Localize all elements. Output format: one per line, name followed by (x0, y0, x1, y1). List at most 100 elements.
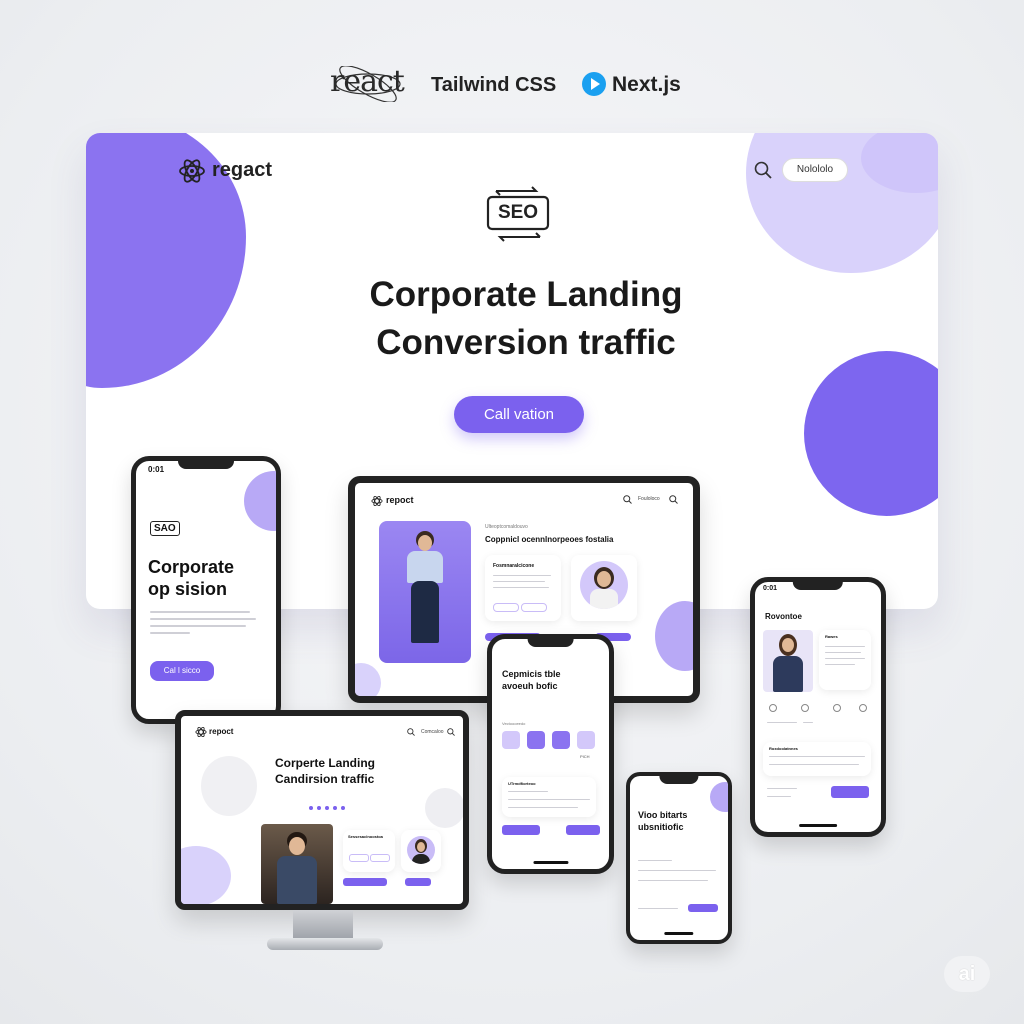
person-shirt (407, 551, 443, 583)
carousel-dot[interactable] (309, 806, 313, 810)
phone-right-mockup: 0:01 Rovontoe Rawes Roxdoolatnnes (750, 577, 886, 837)
phone-notch (659, 776, 699, 784)
carousel-dot[interactable] (325, 806, 329, 810)
monitor-mockup: repoct Comcaloo Corperte Landing Candirs… (175, 710, 469, 910)
person-shirt (590, 589, 618, 609)
decor-blob (181, 846, 231, 904)
mini-button[interactable] (370, 854, 390, 862)
text-line (638, 880, 708, 881)
list-card: UTrmdfiorteoo (502, 777, 596, 817)
phone-right-title: Rovontoe (765, 612, 802, 621)
phone-small-button[interactable] (688, 904, 718, 912)
text-line (767, 796, 791, 797)
avatar (580, 561, 628, 609)
profile-card (571, 555, 637, 621)
carousel-dot[interactable] (317, 806, 321, 810)
monitor-title-line-2: Candirsion traffic (275, 772, 375, 786)
hero-logo-text[interactable]: regact (212, 159, 272, 182)
icon-row (763, 700, 871, 730)
react-logo-icon[interactable] (178, 157, 206, 185)
decor-blob (355, 663, 381, 696)
decor-blob (425, 788, 463, 828)
carousel-dot[interactable] (341, 806, 345, 810)
monitor-logo[interactable]: repoct (209, 727, 233, 736)
text-line (767, 722, 797, 723)
seo-icon: SEO (486, 185, 550, 249)
text-line (825, 652, 861, 653)
person-pants (411, 581, 439, 643)
phone-small-title-line-2: ubsnitiofic (638, 822, 684, 832)
search-icon[interactable] (669, 495, 678, 504)
home-indicator (664, 932, 694, 935)
avatar[interactable] (502, 731, 520, 749)
phone-title-line-2: op sision (148, 579, 228, 599)
list-card-title: Roxdoolatnnes (769, 746, 798, 751)
text-line (767, 788, 797, 789)
avatar[interactable] (527, 731, 545, 749)
phone-mid-title-line-1: Cepmicis tble (502, 669, 561, 679)
tablet-heading: Coppnicl ocennlnorpeoes fostalia (485, 535, 614, 544)
monitor-title-line-1: Corperte Landing (275, 756, 376, 770)
phone-notch (792, 582, 844, 590)
feature-icon[interactable] (769, 704, 777, 712)
play-icon (582, 72, 606, 96)
monitor-button[interactable] (405, 878, 431, 886)
feature-card: Sessesaclnoostoa (343, 830, 395, 872)
feature-card-tag: Rawes (825, 634, 838, 639)
feature-icon[interactable] (801, 704, 809, 712)
sao-badge: SAO (150, 521, 180, 536)
carousel-dot[interactable] (333, 806, 337, 810)
hero-title-line-2: Conversion traffic (376, 323, 676, 362)
hero-title-line-1: Corporate Landing (369, 275, 683, 314)
phone-mid-sub-tag: PICH (580, 754, 590, 759)
text-line (638, 870, 716, 871)
react-logo-icon[interactable] (371, 495, 383, 507)
text-line (150, 632, 190, 634)
mini-button[interactable] (521, 603, 547, 612)
phone-mid-button[interactable] (502, 825, 540, 835)
monitor-nav-text[interactable]: Comcaloo (421, 729, 444, 735)
decor-blob (710, 782, 728, 812)
text-line (825, 658, 865, 659)
text-line (150, 625, 246, 627)
phone-right-button[interactable] (831, 786, 869, 798)
tablet-logo[interactable]: repoct (386, 495, 414, 505)
seo-label: SEO (497, 202, 539, 223)
phone-cta-button[interactable]: Cal l sicco (150, 661, 214, 681)
search-icon[interactable] (623, 495, 632, 504)
search-icon[interactable] (407, 728, 415, 736)
hero-cta-button[interactable]: Call vation (454, 396, 584, 433)
text-line (825, 646, 865, 647)
phone-left-mockup: 0:01 SAO Corporate op sision Cal l sicco (131, 456, 281, 724)
nav-pill-button[interactable]: Nolololo (782, 158, 848, 182)
text-line (493, 575, 551, 576)
text-line (493, 587, 549, 588)
monitor-stand-base (267, 938, 383, 950)
monitor-button[interactable] (343, 878, 387, 886)
carousel-dots[interactable] (309, 806, 349, 812)
react-wordmark: react (330, 64, 405, 99)
person-face (418, 535, 432, 551)
mini-button[interactable] (349, 854, 369, 862)
tailwind-wordmark: Tailwind CSS (431, 74, 557, 96)
person-face (597, 571, 611, 587)
search-icon[interactable] (447, 728, 455, 736)
text-line (638, 860, 672, 861)
mini-button[interactable] (493, 603, 519, 612)
avatar[interactable] (552, 731, 570, 749)
text-line (803, 722, 813, 723)
phone-mid-button[interactable] (566, 825, 600, 835)
ai-badge: ai (944, 956, 990, 992)
tablet-nav-text[interactable]: Fouloloco (638, 496, 660, 502)
person-shirt (773, 656, 803, 692)
hero-image-panel (379, 521, 471, 663)
react-logo-icon[interactable] (195, 726, 207, 738)
phone-small-title-line-1: Vioo bitarts (638, 810, 688, 820)
phone-notch (178, 461, 234, 469)
feature-icon[interactable] (833, 704, 841, 712)
feature-card: Rawes (819, 630, 871, 690)
avatar[interactable] (577, 731, 595, 749)
text-line (508, 807, 578, 808)
feature-icon[interactable] (859, 704, 867, 712)
search-icon[interactable] (754, 161, 772, 179)
